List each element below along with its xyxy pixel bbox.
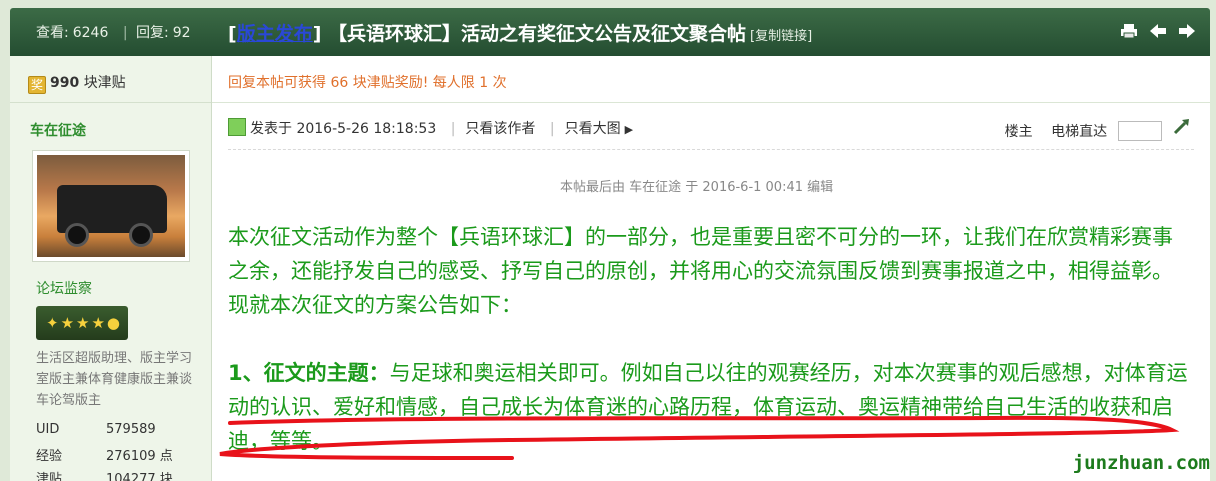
author-rank: 论坛监察 [36, 281, 92, 297]
views-count: 6246 [72, 25, 109, 41]
title-text: 【兵语环球汇】活动之有奖征文公告及征文聚合帖 [328, 23, 747, 45]
stat-label: 津贴 [36, 472, 63, 481]
stats-divider: | [122, 25, 128, 41]
category-link[interactable]: 版主发布 [237, 23, 313, 45]
avatar-wheel [129, 223, 153, 247]
avatar[interactable] [32, 150, 190, 262]
views-label: 查看: [36, 25, 69, 41]
thread-title: [版主发布] 【兵语环球汇】活动之有奖征文公告及征文聚合帖 [复制链接] [228, 23, 813, 45]
replies-label: 回复: [135, 25, 169, 41]
stat-value[interactable]: 579589 [106, 422, 156, 437]
thread-stats: 查看: 6246 | 回复: 92 [36, 22, 195, 42]
author-roles: 生活区超版助理、版主学习室版主兼体育健康版主兼谈车论驾版主 [36, 351, 193, 408]
avatar-wheel [65, 223, 89, 247]
credit-unit: 块津贴 [83, 75, 126, 91]
author-sidebar: 奖 990 块津贴 车在征途 论坛监察 ✦★★★● 生活区超版助理、版主学习室版主… [10, 56, 212, 481]
print-icon[interactable] [1120, 22, 1138, 40]
stat-allowance: 津贴 104277 块 [36, 468, 173, 481]
prev-arrow-icon[interactable] [1149, 22, 1167, 40]
stat-uid: UID 579589 [36, 422, 156, 437]
stat-experience: 经验 276109 点 [36, 445, 173, 464]
rank-stars-badge: ✦★★★● [36, 306, 128, 340]
stat-value: 104277 块 [106, 472, 173, 481]
copy-link-button[interactable]: [复制链接] [750, 29, 812, 44]
avatar-image [37, 155, 185, 257]
stat-label: UID [36, 422, 60, 437]
header-tools [1114, 22, 1196, 44]
red-annotation-underline [219, 415, 1180, 460]
reward-badge-icon: 奖 [28, 76, 46, 94]
next-arrow-icon[interactable] [1178, 22, 1196, 40]
stat-label: 经验 [36, 449, 63, 464]
thread-header: 查看: 6246 | 回复: 92 [版主发布] 【兵语环球汇】活动之有奖征文公告及… [10, 8, 1210, 56]
credit-amount: 990 [50, 75, 80, 91]
reply-credit: 奖 990 块津贴 [10, 56, 211, 103]
post-content-area: 回复本帖可获得 66 块津贴奖励! 每人限 1 次 发表于 2016-5-26 … [212, 56, 1210, 481]
author-name[interactable]: 车在征途 [30, 120, 86, 140]
replies-count: 92 [172, 25, 191, 41]
stat-value: 276109 点 [106, 449, 173, 464]
watermark: junzhuan.com [1072, 452, 1210, 474]
